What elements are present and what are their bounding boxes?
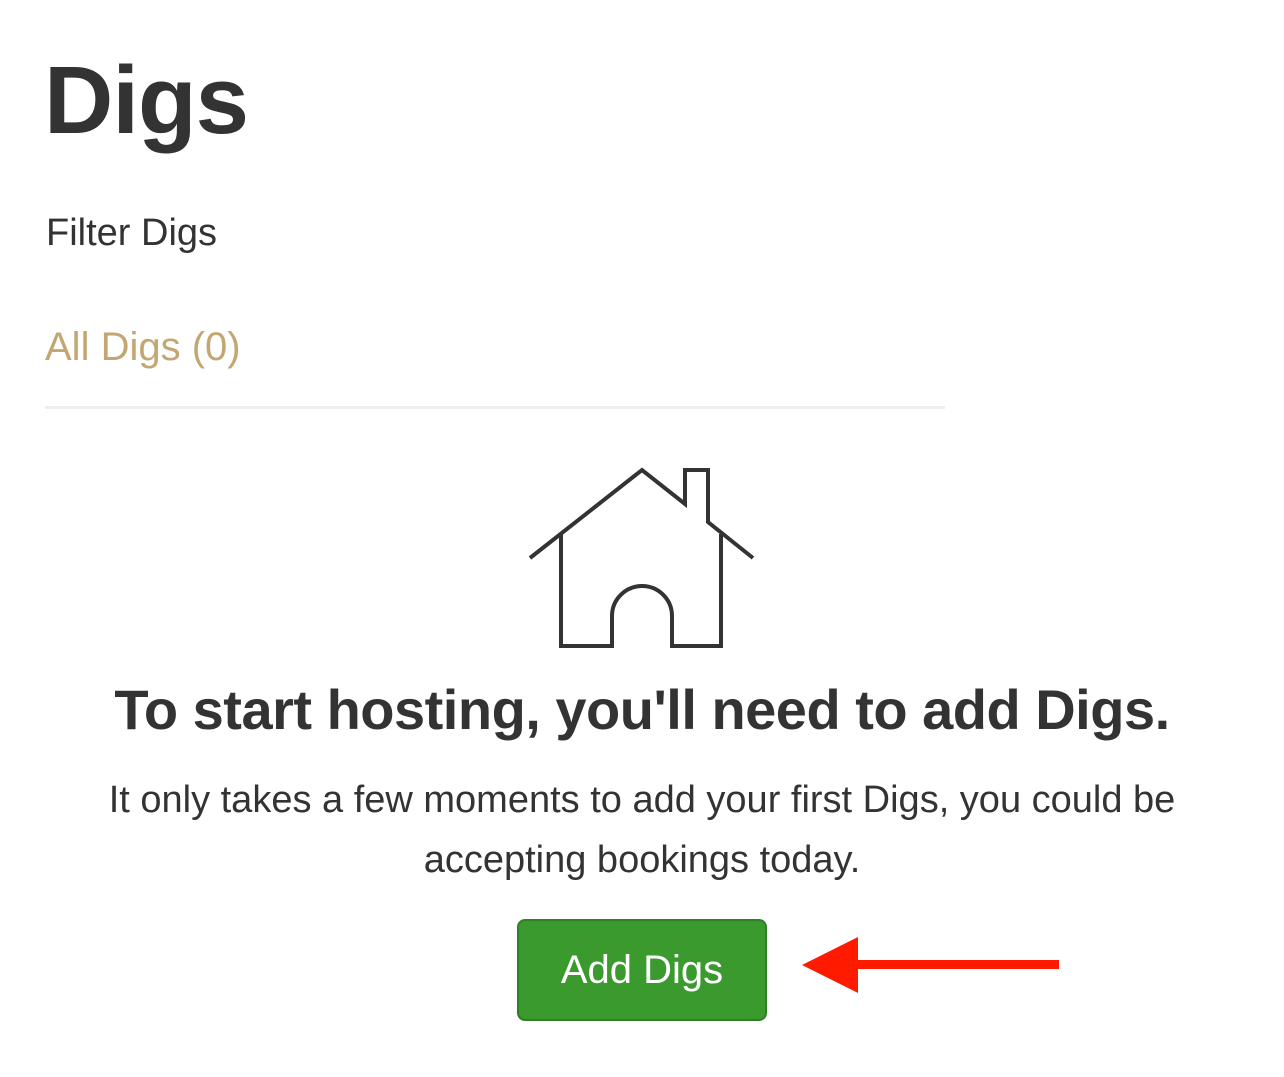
divider: [45, 406, 945, 409]
add-digs-button[interactable]: Add Digs: [517, 919, 767, 1021]
empty-state-description: It only takes a few moments to add your …: [108, 779, 1176, 881]
filter-heading: Filter Digs: [46, 212, 218, 254]
page-title: Digs: [44, 47, 249, 154]
house-icon: [522, 462, 762, 654]
empty-state-heading: To start hosting, you'll need to add Dig…: [114, 678, 1170, 741]
arrow-left-icon: [798, 934, 1064, 996]
filter-all-digs-link[interactable]: All Digs (0): [45, 322, 241, 372]
